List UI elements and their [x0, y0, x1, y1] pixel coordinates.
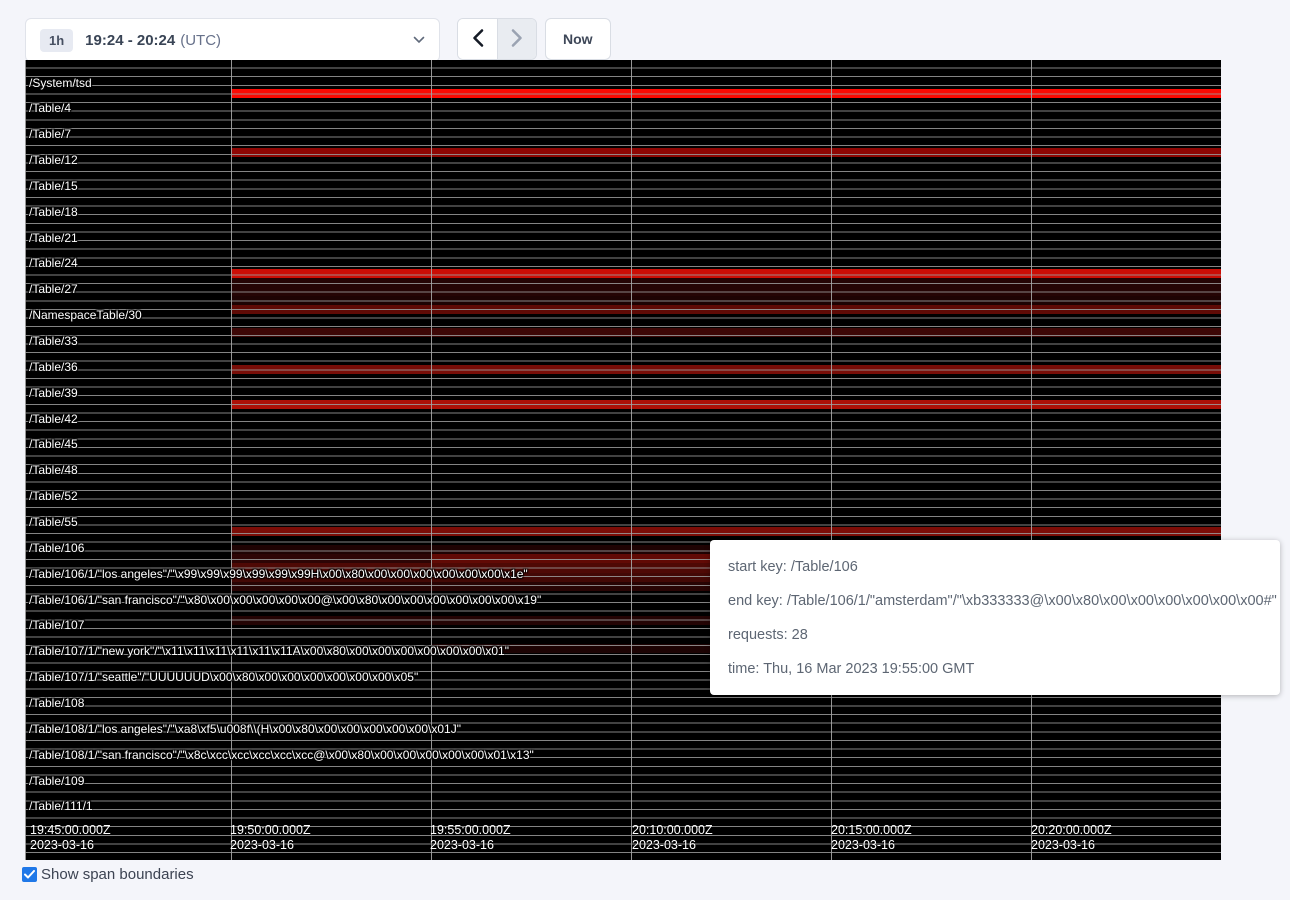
row-label: /Table/55: [29, 516, 78, 529]
x-axis-label: 19:45:00.000Z2023-03-16: [30, 823, 111, 853]
check-icon: [24, 866, 35, 884]
row-label: /Table/107/1/"seattle"/"UUUUUUD\x00\x80\…: [29, 671, 418, 684]
row-label: /Table/107: [29, 619, 84, 632]
x-axis-label: 19:55:00.000Z2023-03-16: [430, 823, 511, 853]
row-label: /Table/15: [29, 180, 78, 193]
span-tooltip: start key: /Table/106end key: /Table/106…: [710, 540, 1280, 695]
next-time-button[interactable]: [497, 19, 536, 59]
row-label: /Table/27: [29, 283, 78, 296]
chevron-right-icon: [511, 28, 524, 51]
x-axis-label: 20:15:00.000Z2023-03-16: [831, 823, 912, 853]
row-label: /System/tsd: [29, 77, 92, 90]
row-label: /Table/108: [29, 697, 84, 710]
row-label: /NamespaceTable/30: [29, 309, 142, 322]
tooltip-line: time: Thu, 16 Mar 2023 19:55:00 GMT: [728, 652, 1262, 686]
row-label: /Table/7: [29, 128, 71, 141]
vertical-gridline: [431, 60, 432, 860]
vertical-gridline: [631, 60, 632, 860]
row-label: /Table/107/1/"new york"/"\x11\x11\x11\x1…: [29, 645, 509, 658]
row-label: /Table/36: [29, 361, 78, 374]
time-range-select[interactable]: 1h 19:24 - 20:24 (UTC): [25, 18, 440, 62]
chevron-down-icon: [413, 36, 425, 44]
vertical-gridline: [831, 60, 832, 860]
row-label: /Table/39: [29, 387, 78, 400]
row-label: /Table/111/1: [29, 800, 93, 813]
time-range-timezone: (UTC): [180, 32, 221, 49]
row-label: /Table/106/1/"san francisco"/"\x80\x00\x…: [29, 594, 541, 607]
x-axis-label: 20:10:00.000Z2023-03-16: [632, 823, 713, 853]
tooltip-line: end key: /Table/106/1/"amsterdam"/"\xb33…: [728, 584, 1262, 618]
chevron-left-icon: [471, 28, 484, 51]
x-axis-label: 20:20:00.000Z2023-03-16: [1031, 823, 1112, 853]
row-label: /Table/33: [29, 335, 78, 348]
prev-time-button[interactable]: [458, 19, 497, 59]
vertical-gridline: [231, 60, 232, 860]
span-boundaries-control: Show span boundaries: [22, 866, 194, 883]
row-label: /Table/108/1/"san francisco"/"\x8c\xcc\x…: [29, 749, 534, 762]
row-label: /Table/18: [29, 206, 78, 219]
vertical-gridline: [1031, 60, 1032, 860]
vertical-gridline: [25, 60, 26, 860]
time-range-label: 19:24 - 20:24: [85, 32, 175, 49]
tooltip-line: start key: /Table/106: [728, 550, 1262, 584]
now-button[interactable]: Now: [545, 18, 611, 60]
row-label: /Table/4: [29, 102, 71, 115]
horizontal-gridlines: [25, 60, 1221, 860]
row-label: /Table/42: [29, 413, 78, 426]
time-range-badge: 1h: [40, 29, 73, 52]
row-label: /Table/12: [29, 154, 78, 167]
show-span-boundaries-checkbox[interactable]: [22, 867, 37, 882]
row-label: /Table/106: [29, 542, 84, 555]
row-label: /Table/45: [29, 438, 78, 451]
row-label: /Table/109: [29, 775, 84, 788]
row-label: /Table/24: [29, 257, 78, 270]
tooltip-line: requests: 28: [728, 618, 1262, 652]
x-axis-label: 19:50:00.000Z2023-03-16: [230, 823, 311, 853]
show-span-boundaries-label: Show span boundaries: [41, 866, 194, 883]
heatmap-canvas[interactable]: /System/tsd/Table/4/Table/7/Table/12/Tab…: [25, 60, 1221, 860]
row-label: /Table/52: [29, 490, 78, 503]
row-label: /Table/106/1/"los angeles"/"\x99\x99\x99…: [29, 568, 528, 581]
time-nav-group: [457, 18, 537, 60]
row-label: /Table/108/1/"los angeles"/"\xa8\xf5\u00…: [29, 723, 461, 736]
row-label: /Table/48: [29, 464, 78, 477]
row-label: /Table/21: [29, 232, 78, 245]
